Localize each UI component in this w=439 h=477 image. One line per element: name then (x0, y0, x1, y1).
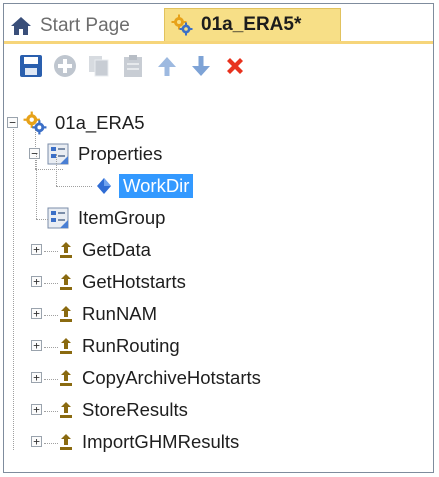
copy-icon (88, 56, 108, 77)
expand-icon[interactable]: + (31, 340, 42, 351)
expand-icon[interactable]: + (31, 404, 42, 415)
gear-icon (23, 111, 47, 135)
tree-line (44, 379, 58, 380)
gear-icon (171, 14, 193, 36)
paste-button[interactable] (118, 52, 147, 81)
tree-node-label: GetHotstarts (82, 271, 186, 292)
arrow-down-icon (191, 56, 210, 76)
home-icon (10, 16, 32, 36)
tab-label: 01a_ERA5* (201, 14, 302, 35)
target-icon (58, 430, 74, 454)
tree-node-label: RunNAM (82, 303, 158, 324)
target-icon (58, 334, 74, 358)
collapse-icon[interactable]: − (29, 148, 40, 159)
tree-line (44, 315, 58, 316)
target-icon (58, 302, 74, 326)
expand-icon[interactable]: + (31, 276, 42, 287)
tree-node-label: ItemGroup (78, 207, 166, 228)
tree-node-target[interactable]: + StoreResults (31, 395, 188, 425)
target-icon (58, 366, 74, 390)
move-up-button[interactable] (152, 52, 181, 81)
tree-node-label: Properties (78, 143, 163, 164)
tree-line (56, 154, 57, 186)
target-icon (58, 270, 74, 294)
tree-line (44, 443, 58, 444)
tree-node-root[interactable]: − 01a_ERA5 (7, 108, 144, 138)
tree-node-target[interactable]: + GetData (31, 235, 151, 265)
tree-line (13, 118, 14, 450)
target-icon (58, 398, 74, 422)
add-icon (53, 55, 76, 77)
tab-label: Start Page (40, 14, 130, 36)
tree-node-properties[interactable]: − Properties (29, 139, 162, 169)
tree-line (44, 347, 58, 348)
collapse-icon[interactable]: − (7, 117, 18, 128)
delete-icon (226, 58, 243, 74)
add-button[interactable] (50, 52, 79, 81)
properties-icon (46, 142, 70, 166)
tree-node-target[interactable]: + GetHotstarts (31, 267, 186, 297)
move-down-button[interactable] (186, 52, 215, 81)
expand-icon[interactable]: + (31, 436, 42, 447)
tree-line (44, 251, 58, 252)
tree-node-target[interactable]: + RunRouting (31, 331, 180, 361)
arrow-up-icon (157, 57, 176, 76)
properties-icon (46, 206, 70, 230)
tab-01a-era5[interactable]: 01a_ERA5* (164, 8, 341, 41)
tree-line (36, 219, 48, 220)
editor-window: Start Page 01a_ERA5* − 01a_ERA5 − Proper… (3, 3, 434, 473)
tree-line (44, 283, 58, 284)
tree-node-label: GetData (82, 239, 151, 260)
tree-node-target[interactable]: + CopyArchiveHotstarts (31, 363, 261, 393)
tree-node-label: 01a_ERA5 (55, 112, 145, 133)
tree-node-label: ImportGHMResults (82, 431, 240, 452)
tree-line (36, 154, 37, 219)
expand-icon[interactable]: + (31, 244, 42, 255)
tree-node-workdir[interactable]: WorkDir (95, 171, 194, 201)
target-icon (58, 238, 74, 262)
tab-start-page[interactable]: Start Page (10, 10, 130, 41)
copy-button[interactable] (84, 52, 113, 81)
tree-node-itemgroup[interactable]: ItemGroup (46, 203, 165, 233)
save-button[interactable] (16, 52, 45, 81)
tree-node-label: CopyArchiveHotstarts (82, 367, 261, 388)
tree-node-label: WorkDir (119, 174, 194, 198)
tree-line (35, 169, 63, 170)
tree-node-label: RunRouting (82, 335, 180, 356)
toolbar (4, 44, 433, 88)
paste-icon (123, 55, 142, 77)
tab-strip: Start Page 01a_ERA5* (4, 4, 433, 44)
expand-icon[interactable]: + (31, 308, 42, 319)
tree-node-label: StoreResults (82, 399, 188, 420)
tree-node-target[interactable]: + ImportGHMResults (31, 427, 239, 457)
tree-node-target[interactable]: + RunNAM (31, 299, 157, 329)
delete-button[interactable] (220, 52, 249, 81)
tree-line (44, 411, 58, 412)
save-icon (19, 55, 42, 77)
expand-icon[interactable]: + (31, 372, 42, 383)
diamond-icon (95, 174, 113, 198)
tree-line (56, 186, 92, 187)
